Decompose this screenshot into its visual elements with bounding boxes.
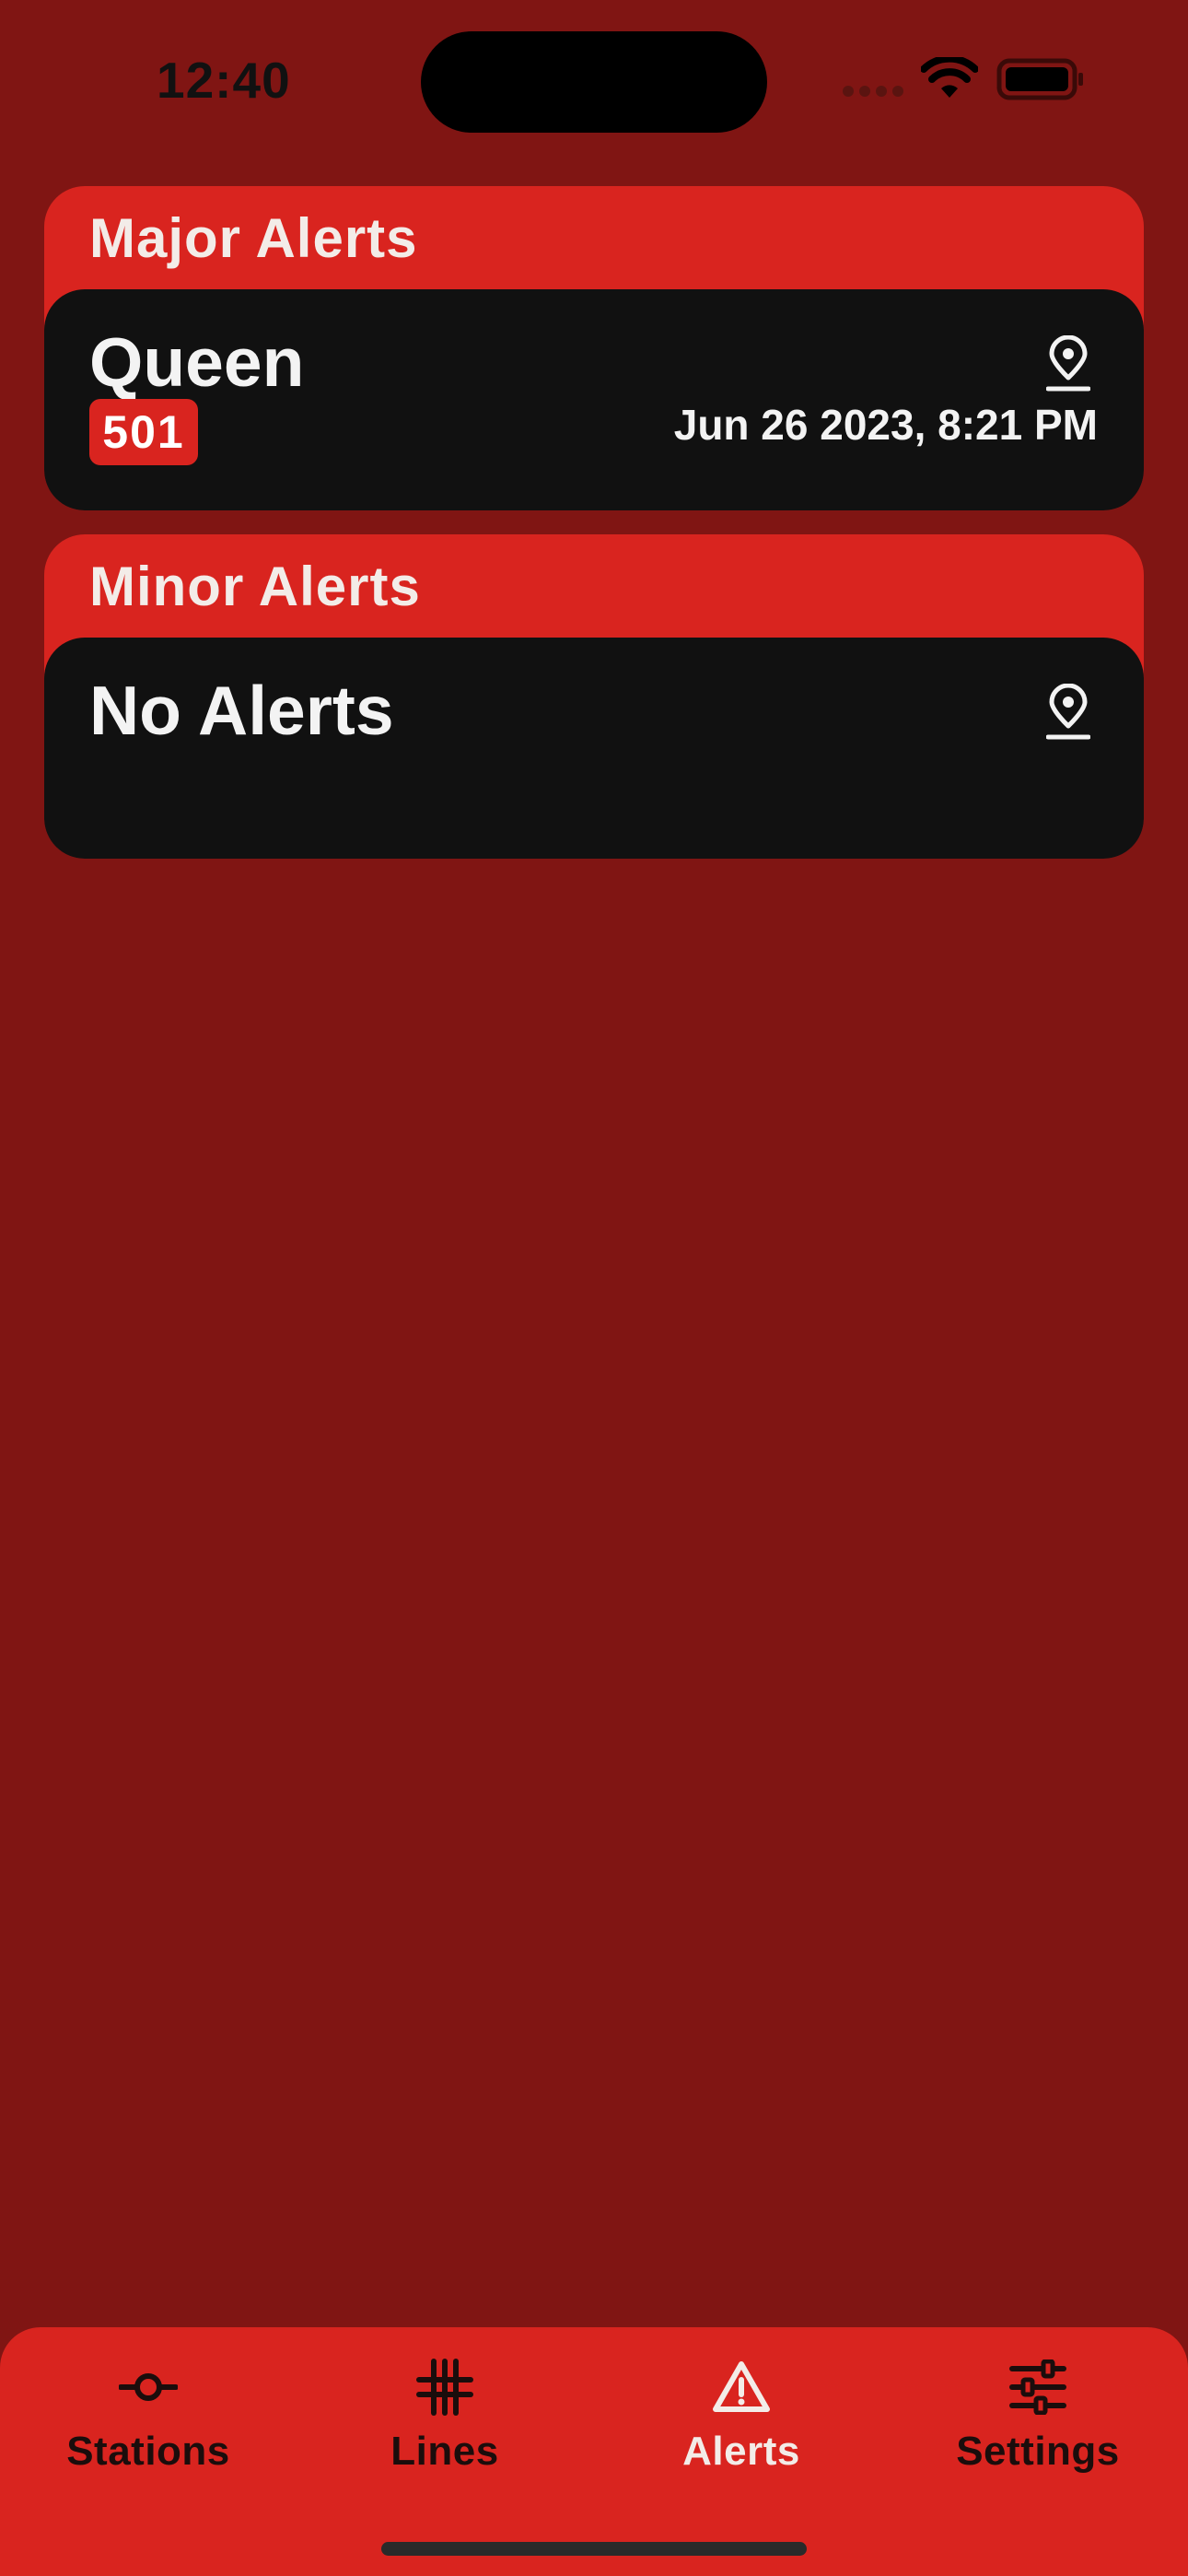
alert-title: No Alerts: [89, 672, 394, 749]
line-badge: 501: [89, 399, 198, 465]
home-indicator[interactable]: [381, 2542, 807, 2556]
section-title: Major Alerts: [89, 207, 418, 269]
tab-alerts[interactable]: Alerts: [593, 2355, 890, 2493]
map-pin-icon[interactable]: [1045, 334, 1091, 397]
tab-label: Lines: [390, 2429, 499, 2474]
lines-icon: [415, 2355, 474, 2419]
sliders-icon: [1008, 2355, 1067, 2419]
dynamic-island: [421, 31, 767, 133]
alert-date: Jun 26 2023, 8:21 PM: [673, 401, 1098, 449]
cellular-signal-icon: [843, 86, 903, 97]
section-title: Minor Alerts: [89, 556, 421, 617]
alert-card[interactable]: Queen 501 Jun 26 2023, 8:21 PM: [44, 289, 1144, 510]
tab-bar: Stations Lines Alerts Settings: [0, 2327, 1188, 2576]
minor-alerts-section: Minor Alerts No Alerts: [44, 534, 1144, 859]
tab-label: Stations: [66, 2429, 230, 2474]
map-pin-icon[interactable]: [1045, 683, 1091, 745]
battery-icon: [996, 58, 1085, 105]
alert-card[interactable]: No Alerts: [44, 638, 1144, 859]
tab-settings[interactable]: Settings: [890, 2355, 1186, 2493]
station-icon: [119, 2355, 178, 2419]
tab-label: Alerts: [682, 2429, 800, 2474]
tab-stations[interactable]: Stations: [0, 2355, 297, 2493]
tab-label: Settings: [956, 2429, 1120, 2474]
alert-icon: [712, 2355, 771, 2419]
wifi-icon: [920, 54, 979, 104]
alert-title: Queen: [89, 323, 305, 401]
major-alerts-section: Major Alerts Queen 501 Jun 26 2023, 8:21…: [44, 186, 1144, 510]
tab-lines[interactable]: Lines: [297, 2355, 593, 2493]
status-time: 12:40: [157, 52, 291, 109]
